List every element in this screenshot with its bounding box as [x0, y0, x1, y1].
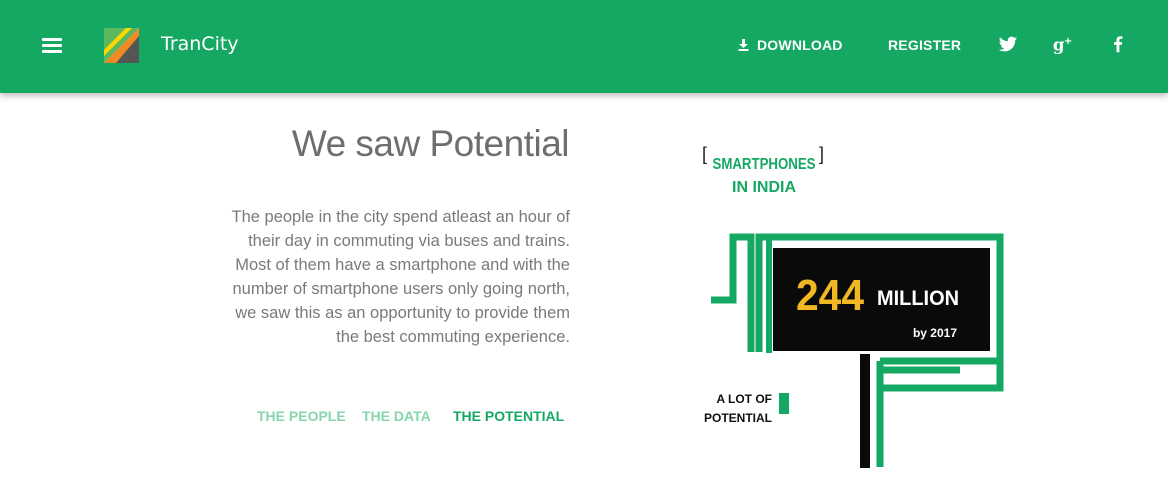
stat-number: 244 [796, 271, 864, 320]
brand-name[interactable]: TranCity [161, 33, 239, 55]
tab-the-data[interactable]: THE DATA [362, 408, 431, 424]
stat-by-year: by 2017 [913, 326, 957, 340]
paragraph-line: The people in the city spend atleast an … [231, 208, 570, 226]
infographic-heading-line1: SMARTPHONES [713, 156, 816, 173]
download-label: DOWNLOAD [757, 37, 843, 53]
download-link[interactable]: DOWNLOAD [738, 37, 843, 53]
paragraph-line: number of smartphone users only going no… [232, 280, 570, 298]
paragraph-line: their day in commuting via buses and tra… [248, 232, 570, 250]
paragraph-line: we saw this as an opportunity to provide… [235, 304, 570, 322]
register-link[interactable]: REGISTER [888, 37, 961, 53]
download-icon [738, 39, 749, 51]
stat-unit: MILLION [877, 287, 959, 310]
paragraph-line: Most of them have a smartphone and with … [235, 256, 570, 274]
section-title: We saw Potential [291, 123, 570, 164]
caption-line2: POTENTIAL [704, 411, 772, 425]
bracket-right: ] [819, 144, 824, 164]
facebook-icon[interactable] [1107, 33, 1129, 55]
smartphones-infographic: [ SMARTPHONES ] IN INDIA 244 MILLION by … [702, 144, 1004, 468]
caption-line1: A LOT OF [716, 392, 772, 406]
paragraph-line: the best commuting experience. [336, 328, 570, 346]
hamburger-menu-icon[interactable] [42, 38, 64, 54]
svg-text:+: + [1064, 36, 1072, 47]
bracket-left: [ [702, 144, 707, 164]
caption-marker [779, 393, 789, 414]
section-paragraph: The people in the city spend atleast an … [200, 205, 570, 349]
google-plus-icon[interactable]: g + [1052, 33, 1074, 55]
tab-the-people[interactable]: THE PEOPLE [257, 408, 346, 424]
twitter-icon[interactable] [997, 33, 1019, 55]
maze-accent [766, 238, 772, 353]
tab-the-potential[interactable]: THE POTENTIAL [453, 408, 564, 424]
infographic-heading-line2: IN INDIA [732, 179, 796, 196]
top-navbar: TranCity DOWNLOAD REGISTER g + [0, 0, 1168, 93]
app-logo[interactable] [104, 28, 139, 63]
stat-post [860, 354, 870, 468]
